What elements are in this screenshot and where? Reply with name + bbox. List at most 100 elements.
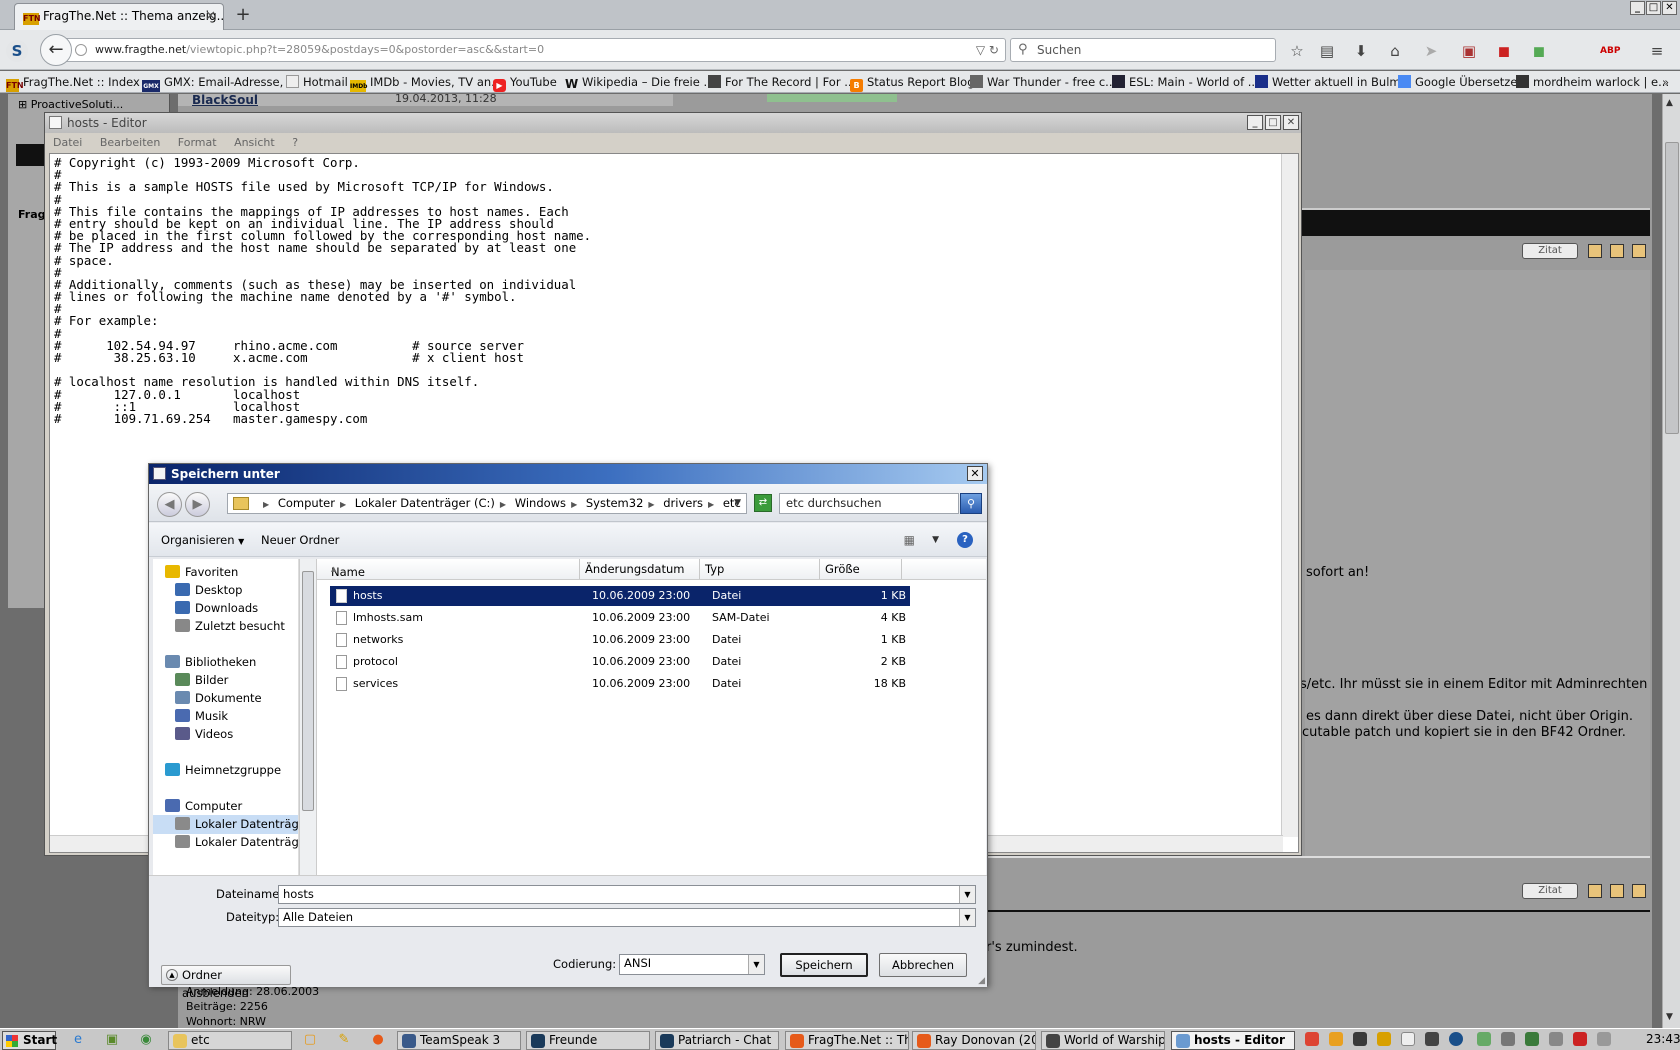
scrollbar-thumb[interactable] [1665, 142, 1679, 434]
menu-ansicht[interactable]: Ansicht [234, 136, 275, 149]
cancel-button[interactable]: Abbrechen [879, 953, 967, 977]
addon-green-icon[interactable]: ◼ [1530, 42, 1548, 60]
search-bar[interactable]: ⚲ Suchen [1010, 38, 1276, 62]
refresh-icon[interactable]: ⇄ [754, 494, 772, 512]
folder-search-input[interactable]: etc durchsuchen [779, 493, 959, 514]
browser-tab-active[interactable]: FTN FragThe.Net :: Thema anzeig... ✕ [14, 3, 224, 30]
left-nav-item[interactable]: ⊞ ProactiveSoluti... [18, 98, 123, 111]
notepad-close-icon[interactable]: ✕ [1283, 115, 1299, 130]
dialog-title-bar[interactable]: Speichern unter ✕ [149, 464, 987, 484]
report-post-icon[interactable] [1610, 244, 1624, 258]
save-button[interactable]: Speichern [780, 953, 868, 977]
file-row[interactable]: services 10.06.2009 23:00 Datei 18 KB [330, 674, 910, 694]
tray-icon[interactable] [1305, 1032, 1319, 1046]
resize-grip-icon[interactable]: ◢ [978, 976, 985, 986]
tree-item[interactable]: Favoriten [153, 563, 298, 582]
send-icon[interactable]: ➤ [1422, 42, 1440, 60]
notepad-vertical-scrollbar[interactable] [1281, 154, 1298, 837]
quote-button[interactable]: Zitat [1522, 883, 1578, 899]
tree-item[interactable]: Downloads [153, 599, 298, 618]
tree-scrollbar[interactable] [299, 559, 316, 875]
breadcrumb-item[interactable]: drivers [663, 496, 703, 510]
tree-item[interactable]: Bilder [153, 671, 298, 690]
site-info-icon[interactable] [75, 44, 87, 56]
column-separator[interactable] [579, 559, 580, 579]
file-row[interactable]: protocol 10.06.2009 23:00 Datei 2 KB [330, 652, 910, 672]
tray-icon[interactable] [1329, 1032, 1343, 1046]
chrome-icon[interactable]: ◉ [138, 1032, 154, 1048]
tray-icon[interactable] [1353, 1032, 1367, 1046]
nvidia-icon[interactable] [1477, 1032, 1491, 1046]
column-separator[interactable] [819, 559, 820, 579]
taskbar-item[interactable]: hosts - Editor [1171, 1031, 1295, 1050]
app-quicklaunch-icon[interactable]: ● [370, 1032, 386, 1048]
flag-icon[interactable] [1401, 1032, 1415, 1046]
bookmark-item[interactable]: ESL: Main - World of ... [1112, 74, 1259, 90]
file-row[interactable]: hosts 10.06.2009 23:00 Datei 1 KB [330, 586, 910, 606]
help-icon[interactable]: ? [957, 532, 973, 548]
tree-item[interactable]: Dokumente [153, 689, 298, 708]
filetype-select[interactable]: Alle Dateien ▼ [278, 908, 976, 927]
column-separator[interactable] [901, 559, 902, 579]
tree-item[interactable]: Bibliotheken [153, 653, 298, 672]
bookmark-item[interactable]: FTNFragThe.Net :: Index [6, 74, 140, 92]
forum-button[interactable] [767, 94, 897, 102]
volume-icon[interactable] [1501, 1032, 1515, 1046]
filename-input[interactable]: hosts ▼ [278, 885, 976, 904]
pocket-icon[interactable]: ◼ [1495, 42, 1513, 60]
column-separator[interactable] [699, 559, 700, 579]
edit-post-icon[interactable] [1588, 244, 1602, 258]
tray-icon[interactable] [1377, 1032, 1391, 1046]
ie-icon[interactable]: e [70, 1032, 86, 1048]
bookmark-star-icon[interactable]: ☆ [1288, 42, 1306, 60]
media-icon[interactable]: ▢ [302, 1032, 318, 1048]
file-row[interactable]: networks 10.06.2009 23:00 Datei 1 KB [330, 630, 910, 650]
edit-post-icon[interactable] [1588, 884, 1602, 898]
taskbar-item[interactable]: TeamSpeak 3 [397, 1031, 521, 1050]
tray-icon[interactable] [1425, 1032, 1439, 1046]
info-post-icon[interactable] [1632, 884, 1646, 898]
chevron-down-icon[interactable]: ▼ [959, 909, 975, 926]
addon-icon[interactable]: ▣ [1460, 42, 1478, 60]
back-arrow-icon[interactable]: ◀ [157, 492, 182, 517]
bookmark-item[interactable]: B Status Report Blog [850, 74, 975, 92]
new-folder-button[interactable]: Neuer Ordner [261, 533, 339, 547]
tree-item[interactable]: Videos [153, 725, 298, 744]
chevron-down-icon[interactable]: ▼ [734, 494, 741, 513]
taskbar-item[interactable]: etc [168, 1031, 292, 1050]
tray-icon[interactable] [1549, 1032, 1563, 1046]
chevron-down-icon[interactable]: ▼ [748, 955, 764, 974]
column-date[interactable]: Änderungsdatum [585, 562, 684, 576]
menu-format[interactable]: Format [178, 136, 217, 149]
app-quicklaunch-icon[interactable]: ▣ [104, 1032, 120, 1048]
tree-item[interactable]: Computer [153, 797, 298, 816]
expand-icon[interactable]: ⊞ [18, 98, 27, 111]
minimize-icon[interactable]: _ [1630, 1, 1645, 15]
tree-item[interactable]: Desktop [153, 581, 298, 600]
tray-icon[interactable] [1573, 1032, 1587, 1046]
quote-button[interactable]: Zitat [1522, 243, 1578, 259]
breadcrumb-item[interactable]: Lokaler Datenträger (C:) [355, 496, 495, 510]
breadcrumb[interactable]: ▶ Computer ▶ Lokaler Datenträger (C:) ▶ Wi… [227, 493, 747, 514]
organize-button[interactable]: Organisieren ▼ [161, 533, 244, 547]
chevron-down-icon[interactable]: ▼ [932, 535, 939, 545]
bookmark-item[interactable]: W Wikipedia – Die freie ... [565, 74, 714, 91]
tree-item[interactable]: Musik [153, 707, 298, 726]
new-tab-button[interactable]: + [232, 4, 254, 26]
bookmark-item[interactable]: ▶ YouTube [493, 74, 557, 92]
start-button[interactable]: Start [2, 1031, 57, 1050]
hide-folders-button[interactable]: ▲ Ordner ausblenden [161, 965, 291, 1000]
bookmark-item[interactable]: Wetter aktuell in Bulm... [1255, 74, 1412, 90]
taskbar-item[interactable]: Ray Donovan (20... [912, 1031, 1036, 1050]
taskbar-item[interactable]: Patriarch - Chat [655, 1031, 779, 1050]
file-row[interactable]: lmhosts.sam 10.06.2009 23:00 SAM-Datei 4 KB [330, 608, 910, 628]
forward-arrow-icon[interactable]: ▶ [185, 492, 210, 517]
forum-post-author[interactable]: BlackSoul [192, 93, 258, 107]
breadcrumb-item[interactable]: Windows [515, 496, 566, 510]
menu-bearbeiten[interactable]: Bearbeiten [100, 136, 160, 149]
network-icon[interactable] [1525, 1032, 1539, 1046]
scroll-down-icon[interactable]: ▼ [1666, 1012, 1673, 1022]
column-size[interactable]: Größe [825, 562, 860, 576]
tray-icon[interactable] [1597, 1032, 1611, 1046]
bookmark-item[interactable]: GMX GMX: Email-Adresse, ... [142, 74, 298, 92]
